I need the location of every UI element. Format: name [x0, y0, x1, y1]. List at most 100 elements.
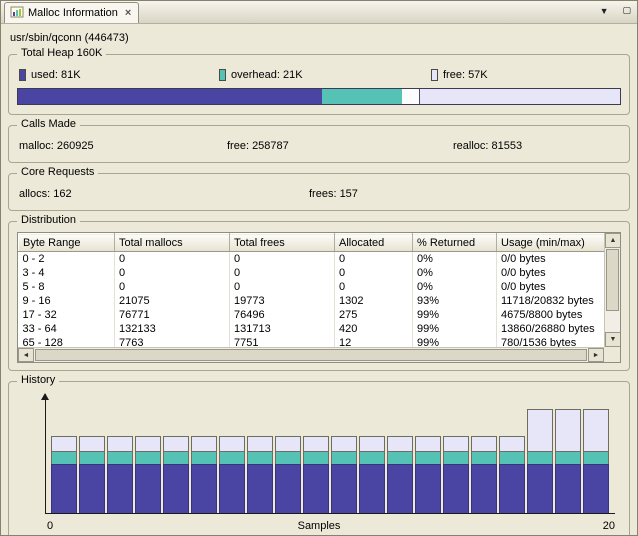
horizontal-scrollbar[interactable]: ◄ ►	[18, 347, 604, 362]
table-row[interactable]: 9 - 162107519773130293%11718/20832 bytes	[19, 294, 607, 308]
table-cell: 0%	[413, 252, 497, 266]
history-bar-segment-overhead	[247, 451, 273, 464]
x-axis	[45, 513, 615, 514]
calls-made-group: Calls Made malloc: 260925 free: 258787 r…	[8, 125, 630, 163]
table-cell: 0%	[413, 266, 497, 280]
column-header-total-frees[interactable]: Total frees	[230, 234, 335, 252]
table-cell: 0/0 bytes	[497, 266, 607, 280]
frees-count: frees: 157	[309, 188, 358, 200]
x-axis-min-label: 0	[47, 520, 53, 532]
malloc-information-view: Malloc Information × ▼ ▢ usr/sbin/qconn …	[0, 0, 638, 536]
vertical-scrollbar[interactable]: ▲ ▼	[604, 233, 620, 347]
tab-malloc-information[interactable]: Malloc Information ×	[4, 2, 139, 23]
history-bar-segment-overhead	[163, 451, 189, 464]
view-content: usr/sbin/qconn (446473) Total Heap 160K …	[1, 24, 637, 536]
column-header-returned[interactable]: % Returned	[413, 234, 497, 252]
history-bar-segment-overhead	[135, 451, 161, 464]
table-cell: 33 - 64	[19, 322, 115, 336]
table-cell: 0/0 bytes	[497, 252, 607, 266]
table-cell: 0 - 2	[19, 252, 115, 266]
free-color-chip	[431, 69, 438, 81]
free-label: free: 57K	[443, 69, 488, 81]
history-bar-segment-overhead	[527, 451, 553, 464]
heap-segment-used	[18, 89, 322, 104]
history-bar-segment-free	[107, 436, 133, 451]
table-row[interactable]: 33 - 6413213313171342099%13860/26880 byt…	[19, 322, 607, 336]
table-header-row: Byte Range Total mallocs Total frees All…	[19, 234, 607, 252]
history-bar-segment-overhead	[387, 451, 413, 464]
calls-made-row: malloc: 260925 free: 258787 realloc: 815…	[19, 140, 621, 152]
scroll-right-icon[interactable]: ►	[588, 348, 604, 362]
malloc-view-icon	[10, 5, 24, 22]
column-header-total-mallocs[interactable]: Total mallocs	[115, 234, 230, 252]
table-cell: 99%	[413, 322, 497, 336]
history-bar-segment-free	[387, 436, 413, 451]
table-row[interactable]: 0 - 20000%0/0 bytes	[19, 252, 607, 266]
history-bar-segment-free	[527, 409, 553, 451]
history-bar-segment-free	[555, 409, 581, 451]
history-bar	[219, 436, 245, 513]
history-bar-segment-used	[191, 464, 217, 513]
history-chart: 0 20 Samples	[15, 390, 623, 536]
table-cell: 13860/26880 bytes	[497, 322, 607, 336]
history-bar	[191, 436, 217, 513]
history-bar-segment-free	[499, 436, 525, 451]
history-bar-segment-overhead	[583, 451, 609, 464]
table-row[interactable]: 5 - 80000%0/0 bytes	[19, 280, 607, 294]
history-bar-segment-free	[275, 436, 301, 451]
history-bar	[163, 436, 189, 513]
history-bar-segment-free	[303, 436, 329, 451]
heap-segment-gap	[402, 89, 420, 104]
process-label: usr/sbin/qconn (446473)	[10, 32, 628, 44]
vertical-scrollbar-thumb[interactable]	[606, 249, 619, 311]
history-bar-segment-free	[331, 436, 357, 451]
table-row[interactable]: 3 - 40000%0/0 bytes	[19, 266, 607, 280]
scroll-up-icon[interactable]: ▲	[605, 233, 621, 248]
scroll-left-icon[interactable]: ◄	[18, 348, 34, 362]
table-cell: 99%	[413, 308, 497, 322]
total-heap-title: Total Heap 160K	[17, 47, 106, 59]
table-cell: 1302	[335, 294, 413, 308]
history-bar-segment-free	[79, 436, 105, 451]
history-bar-segment-used	[387, 464, 413, 513]
table-cell: 19773	[230, 294, 335, 308]
legend-item-used: used: 81K	[19, 69, 219, 81]
history-bar-segment-used	[359, 464, 385, 513]
history-bar-segment-used	[443, 464, 469, 513]
column-header-usage[interactable]: Usage (min/max)	[497, 234, 607, 252]
view-menu-icon[interactable]: ▼	[600, 6, 609, 16]
overhead-color-chip	[219, 69, 226, 81]
column-header-byte-range[interactable]: Byte Range	[19, 234, 115, 252]
overhead-label: overhead: 21K	[231, 69, 303, 81]
heap-legend: used: 81K overhead: 21K free: 57K	[19, 69, 621, 81]
close-icon[interactable]: ×	[125, 7, 131, 19]
maximize-icon[interactable]: ▢	[622, 5, 631, 16]
history-title: History	[17, 374, 59, 386]
history-bar-segment-overhead	[443, 451, 469, 464]
history-bars	[51, 407, 609, 513]
table-row[interactable]: 17 - 32767717649627599%4675/8800 bytes	[19, 308, 607, 322]
history-bar-segment-free	[219, 436, 245, 451]
history-bar-segment-used	[247, 464, 273, 513]
history-bar-segment-free	[135, 436, 161, 451]
history-bar-segment-used	[555, 464, 581, 513]
history-bar-segment-used	[415, 464, 441, 513]
history-bar	[471, 436, 497, 513]
table-cell: 4675/8800 bytes	[497, 308, 607, 322]
scroll-down-icon[interactable]: ▼	[605, 332, 621, 347]
x-axis-max-label: 20	[603, 520, 615, 532]
history-bar	[331, 436, 357, 513]
column-header-allocated[interactable]: Allocated	[335, 234, 413, 252]
history-bar	[79, 436, 105, 513]
table-cell: 132133	[115, 322, 230, 336]
x-axis-title: Samples	[298, 520, 341, 532]
history-bar-segment-used	[79, 464, 105, 513]
history-bar-segment-free	[191, 436, 217, 451]
table-cell: 3 - 4	[19, 266, 115, 280]
history-bar-segment-used	[51, 464, 77, 513]
table-cell: 0	[230, 280, 335, 294]
history-bar-segment-used	[499, 464, 525, 513]
history-bar	[247, 436, 273, 513]
y-axis	[45, 394, 46, 514]
horizontal-scrollbar-thumb[interactable]	[35, 349, 587, 361]
